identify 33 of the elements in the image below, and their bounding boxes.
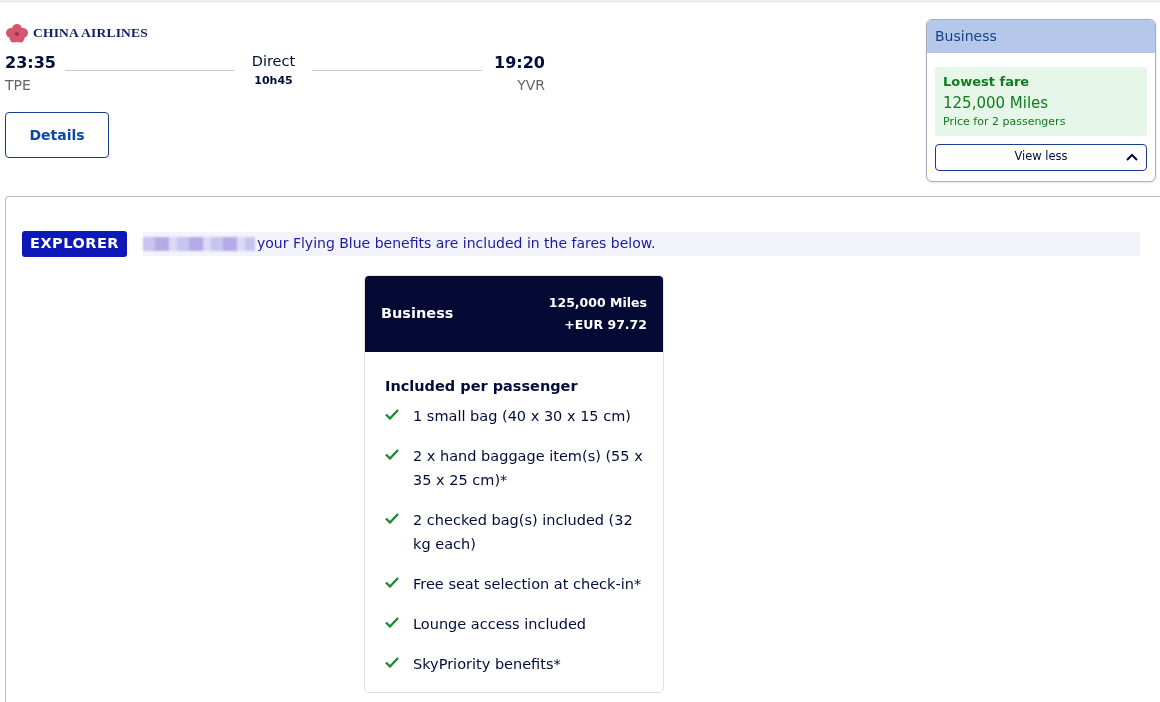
check-icon <box>385 408 399 420</box>
fare-cabin: Business <box>381 303 454 323</box>
benefits-message: your Flying Blue benefits are included in the fares below. <box>257 234 656 254</box>
benefit-text: Free seat selection at check-in* <box>413 574 642 594</box>
included-heading: Included per passenger <box>385 376 579 396</box>
check-icon <box>385 448 399 460</box>
flower-logo-icon <box>5 23 29 44</box>
benefit-text: Lounge access included <box>413 614 587 634</box>
airline-name: CHINA AIRLINES <box>33 24 148 42</box>
chevron-icon <box>1126 152 1138 162</box>
passenger-note: Price for 2 passengers <box>943 114 1067 130</box>
check-icon <box>385 576 399 588</box>
arrival-airport: YVR <box>516 76 545 96</box>
departure-time: 23:35 <box>5 52 57 75</box>
cabin-class-header: Business <box>927 20 1155 53</box>
fare-taxes: +EUR 97.72 <box>563 315 647 334</box>
tier-badge: EXPLORER <box>22 231 127 257</box>
view-less-button[interactable]: View less <box>935 143 1147 171</box>
check-icon <box>385 512 399 524</box>
benefit-text: 2 x hand baggage item(s) (55 x 35 x 25 cm)* <box>413 446 643 490</box>
benefit-text: 2 checked bag(s) included (32 kg each) <box>413 510 634 554</box>
fare-price: 125,000 Miles <box>943 92 1050 114</box>
benefit-text: SkyPriority benefits* <box>413 654 561 674</box>
check-icon <box>385 616 399 628</box>
details-button[interactable]: Details <box>5 112 109 159</box>
departure-airport: TPE <box>5 76 32 96</box>
fare-miles: 125,000 Miles <box>548 293 647 312</box>
lowest-fare-label: Lowest fare <box>943 73 1031 91</box>
stops-label: Direct <box>250 52 297 72</box>
benefit-text: 1 small bag (40 x 30 x 15 cm) <box>413 406 631 426</box>
arrival-time: 19:20 <box>494 52 545 75</box>
check-icon <box>385 656 399 668</box>
flight-duration: 10h45 <box>253 73 294 89</box>
